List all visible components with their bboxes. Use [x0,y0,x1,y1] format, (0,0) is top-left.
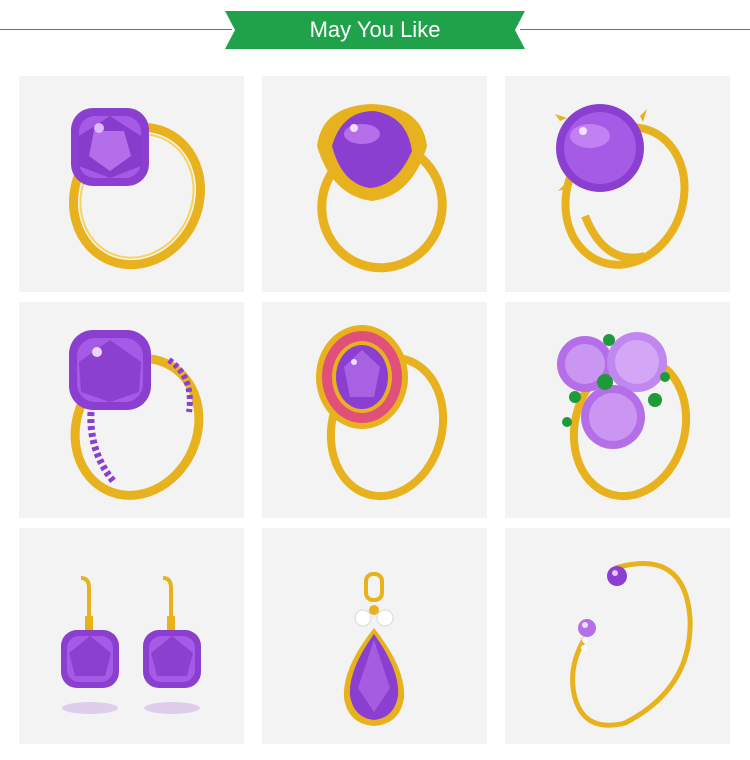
product-card-9[interactable] [505,528,730,744]
amethyst-faceted-cushion-ring-icon [68,108,206,270]
section-header: May You Like [0,0,750,56]
product-card-8[interactable] [262,528,487,744]
section-title: May You Like [309,17,441,42]
product-card-4[interactable] [19,302,244,518]
amethyst-oval-halo-ring-icon [316,325,448,501]
amethyst-cushion-pave-ring-icon [69,330,204,500]
product-card-5[interactable] [262,302,487,518]
amethyst-round-cabochon-ring-icon [555,104,689,269]
product-card-2[interactable] [262,76,487,292]
product-card-3[interactable] [505,76,730,292]
product-grid [19,76,731,744]
header-ribbon: May You Like [225,11,525,49]
amethyst-drop-earrings-icon [61,576,201,714]
amethyst-cluster-emerald-ring-icon [557,332,691,501]
amethyst-open-bangle-icon [570,561,693,728]
product-card-6[interactable] [505,302,730,518]
header-divider-left [0,29,232,30]
amethyst-pear-cabochon-signet-ring-icon [317,104,447,273]
amethyst-pear-pendant-icon [343,572,405,726]
product-card-7[interactable] [19,528,244,744]
product-card-1[interactable] [19,76,244,292]
header-divider-right [520,29,750,30]
